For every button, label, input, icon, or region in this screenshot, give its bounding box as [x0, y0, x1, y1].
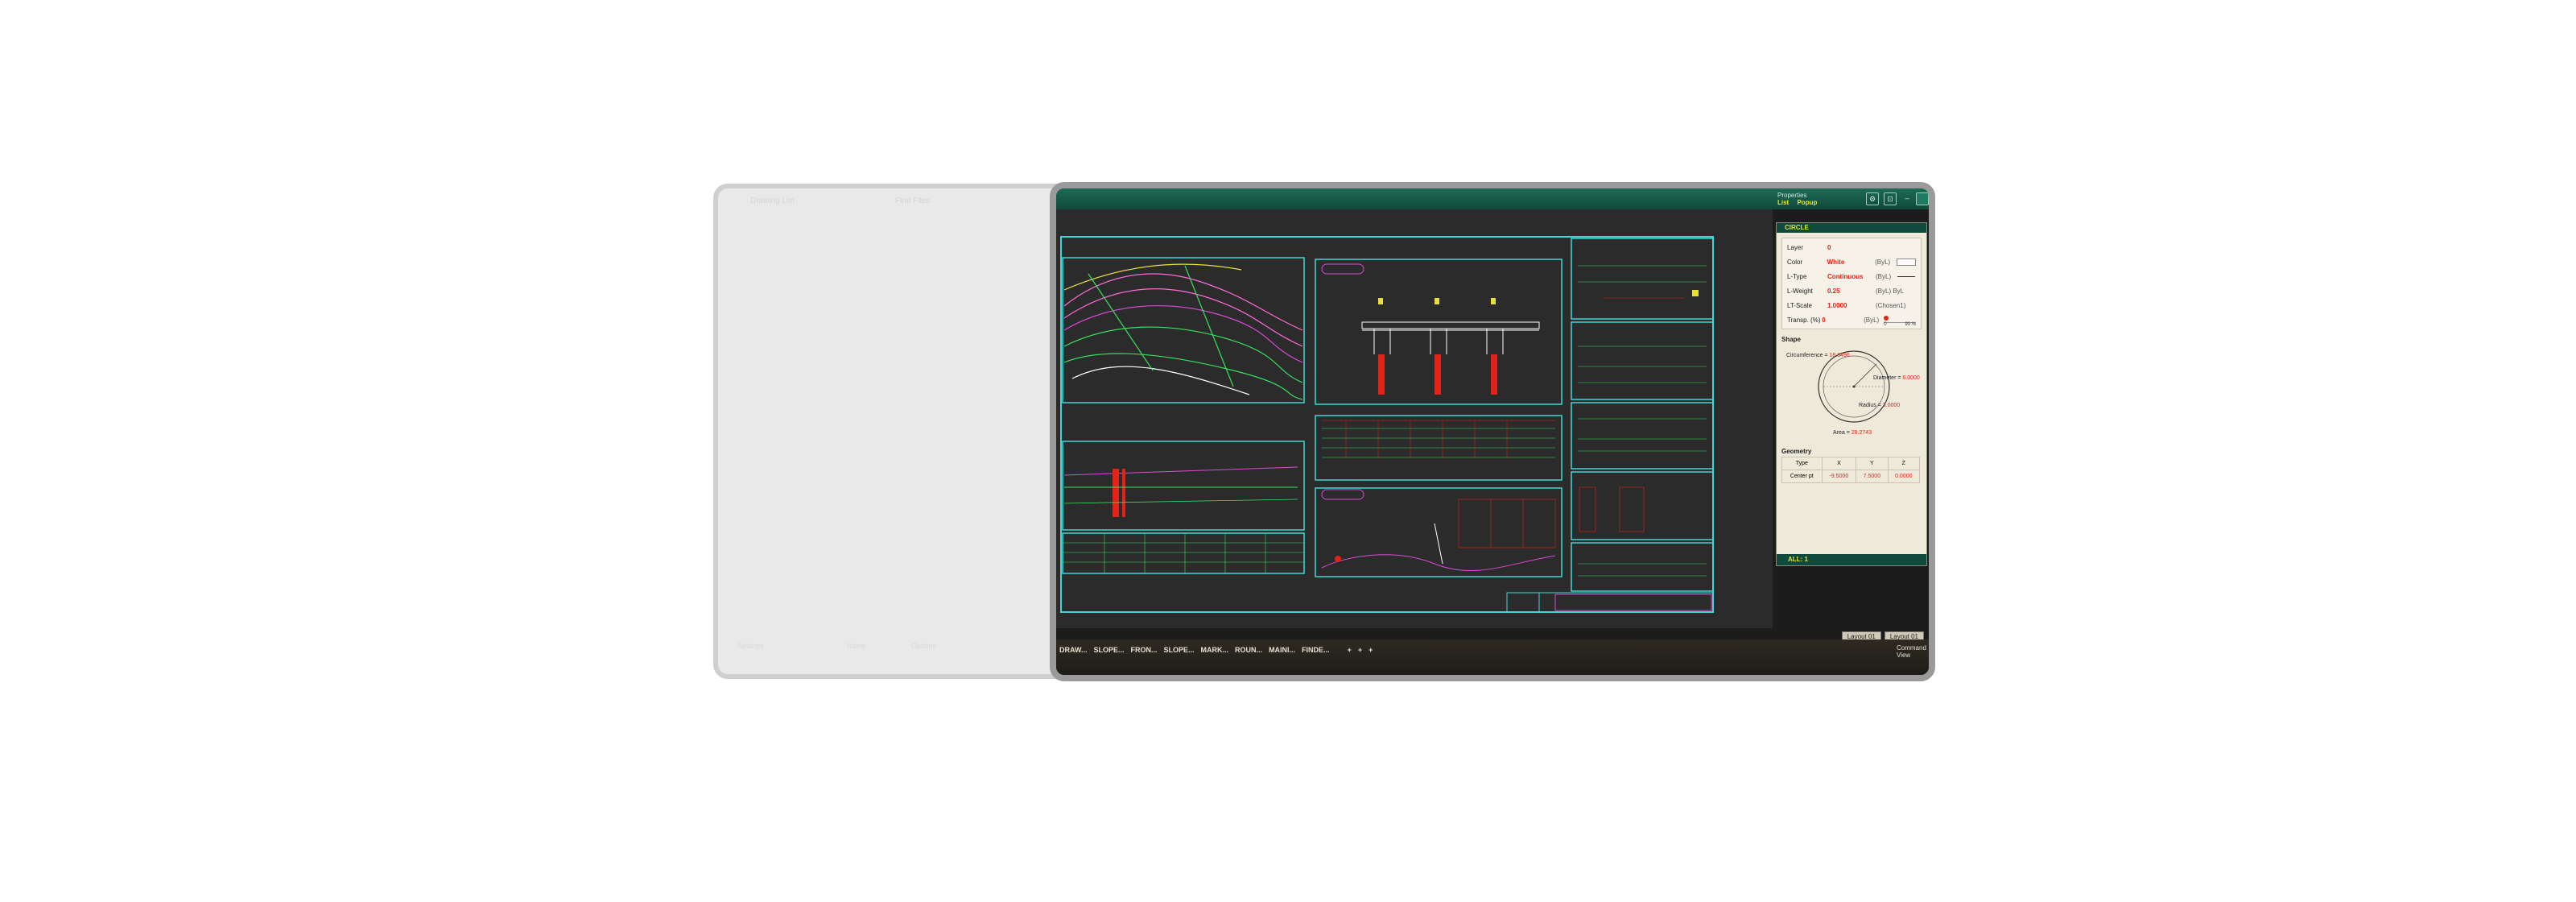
prop-key: L-Type — [1787, 272, 1807, 280]
slider-max: 90 % — [1905, 321, 1916, 327]
prop-row-transparency[interactable]: Transp. (%) 0 (ByL) 0 90 % — [1787, 312, 1916, 327]
prop-row-ltscale[interactable]: LT-Scale 1.0000 (Chosen1) — [1787, 298, 1916, 312]
add-icon[interactable]: + — [1358, 646, 1362, 654]
cad-titlebar: Properties List Popup ⚙ ⊡ – – — [1056, 188, 1929, 209]
circumference-value: 18.8496 — [1829, 353, 1850, 358]
tool-strip: DRAW... SLOPE... FRON... SLOPE... MARK..… — [1059, 646, 1373, 654]
geometry-row-center[interactable]: Center pt -9.5000 7.5000 0.0000 — [1781, 470, 1921, 483]
prop-extra: (ByL) — [1876, 272, 1892, 280]
properties-label: Properties — [1777, 192, 1807, 199]
prop-key: Layer — [1787, 243, 1804, 251]
cad-window: Properties List Popup ⚙ ⊡ – – — [1050, 182, 1935, 681]
prop-value: Continuous — [1827, 272, 1864, 280]
diameter-value: 6.0000 — [1902, 375, 1920, 381]
drawing-canvas[interactable] — [1056, 209, 1773, 628]
prop-value: 0 — [1827, 243, 1831, 251]
area-value: 28.2743 — [1851, 430, 1872, 436]
background-window-footer: Settings Name Options — [718, 642, 1074, 666]
diameter-readout: Diameter = 6.0000 — [1873, 375, 1920, 381]
transparency-slider[interactable]: 0 90 % — [1884, 315, 1916, 327]
tab-popup[interactable]: Popup — [1797, 199, 1817, 206]
shape-diagram: Circumference = 18.8496 Diameter = 6.000… — [1781, 345, 1922, 441]
slider-min: 0 — [1884, 321, 1887, 327]
properties-panel: CIRCLE Layer 0 Color White (ByL) L-Type … — [1776, 222, 1927, 566]
tool-button[interactable]: SLOPE... — [1164, 646, 1195, 654]
prop-value: 1.0000 — [1827, 301, 1847, 309]
geo-header: X — [1821, 457, 1857, 470]
prop-row-layer[interactable]: Layer 0 — [1787, 240, 1916, 254]
prop-key: LT-Scale — [1787, 301, 1812, 309]
add-icon[interactable]: + — [1368, 646, 1373, 654]
tool-button[interactable]: DRAW... — [1059, 646, 1088, 654]
geometry-header-row: Type X Y Z — [1781, 457, 1921, 470]
tool-button[interactable]: ROUN... — [1235, 646, 1262, 654]
prop-row-color[interactable]: Color White (ByL) — [1787, 254, 1916, 269]
geo-header: Type — [1781, 457, 1823, 470]
prop-key: Transp. (%) — [1787, 316, 1821, 324]
circumference-readout: Circumference = 18.8496 — [1786, 353, 1850, 358]
tool-button[interactable]: FRON... — [1131, 646, 1158, 654]
prop-extra: (ByL) ByL — [1876, 287, 1905, 295]
prop-row-lineweight[interactable]: L-Weight 0.25 (ByL) ByL — [1787, 283, 1916, 298]
slider-thumb[interactable] — [1884, 315, 1889, 321]
geo-center-y[interactable]: 7.5000 — [1856, 470, 1889, 483]
gear-icon[interactable]: ⚙ — [1866, 192, 1879, 205]
footer-label-c: Options — [911, 642, 937, 650]
circumference-label: Circumference = — [1786, 353, 1828, 358]
prop-extra: (ByL) — [1875, 258, 1891, 266]
bottom-toolbar: DRAW... SLOPE... FRON... SLOPE... MARK..… — [1056, 639, 1929, 675]
circle-diagram — [1818, 350, 1890, 423]
view-label: View — [1897, 652, 1911, 659]
tab-list[interactable]: List — [1777, 199, 1789, 206]
footer-label-a: Settings — [737, 642, 764, 650]
prop-value: 0 — [1822, 316, 1826, 324]
radius-label: Radius = — [1859, 403, 1881, 408]
geo-center-z[interactable]: 0.0000 — [1887, 470, 1921, 483]
prop-key: Color — [1787, 258, 1803, 266]
cad-drawing — [1056, 209, 1773, 628]
prop-row-linetype[interactable]: L-Type Continuous (ByL) — [1787, 269, 1916, 283]
geo-row-label: Center pt — [1781, 470, 1823, 483]
pin-icon[interactable]: ⊡ — [1884, 192, 1897, 205]
radius-value: 3.0000 — [1882, 403, 1901, 408]
prop-value: 0.25 — [1827, 287, 1840, 295]
tool-button[interactable]: MAINI... — [1269, 646, 1295, 654]
geo-center-x[interactable]: -9.5000 — [1821, 470, 1857, 483]
general-properties: Layer 0 Color White (ByL) L-Type Continu… — [1781, 238, 1922, 329]
selection-count[interactable]: ALL: 1 — [1777, 554, 1926, 565]
background-window: Drawing List Find Files Settings Name Op… — [713, 184, 1079, 679]
linetype-preview — [1897, 275, 1916, 277]
color-swatch[interactable] — [1897, 258, 1916, 266]
add-icon[interactable]: + — [1348, 646, 1352, 654]
background-window-title: Drawing List — [750, 197, 795, 205]
radius-readout: Radius = 3.0000 — [1859, 403, 1900, 408]
command-area[interactable]: Command View — [1897, 644, 1929, 659]
tool-button[interactable]: FINDE... — [1302, 646, 1330, 654]
footer-label-b: Name — [847, 642, 867, 650]
background-window-title-2: Find Files — [895, 197, 931, 205]
close-icon[interactable]: – — [1932, 192, 1935, 204]
diameter-label: Diameter = — [1873, 375, 1901, 381]
properties-header: Properties List Popup — [1777, 192, 1842, 206]
object-type-header: CIRCLE — [1777, 223, 1926, 233]
geometry-table: Type X Y Z Center pt -9.5000 7.5000 0.00… — [1781, 457, 1921, 483]
maximize-icon[interactable] — [1916, 192, 1929, 205]
minimize-icon[interactable]: – — [1901, 192, 1913, 204]
prop-key: L-Weight — [1787, 287, 1813, 295]
tool-button[interactable]: SLOPE... — [1094, 646, 1125, 654]
prop-extra: (Chosen1) — [1876, 301, 1906, 309]
shape-title: Shape — [1781, 336, 1802, 343]
prop-extra: (ByL) — [1864, 316, 1880, 324]
geometry-title: Geometry — [1781, 448, 1812, 455]
prop-value: White — [1827, 258, 1845, 266]
tool-button[interactable]: MARK... — [1201, 646, 1229, 654]
geo-header: Z — [1887, 457, 1921, 470]
area-readout: Area = 28.2743 — [1833, 430, 1872, 436]
command-label: Command — [1897, 644, 1926, 652]
area-label: Area = — [1833, 430, 1850, 436]
geo-header: Y — [1856, 457, 1889, 470]
